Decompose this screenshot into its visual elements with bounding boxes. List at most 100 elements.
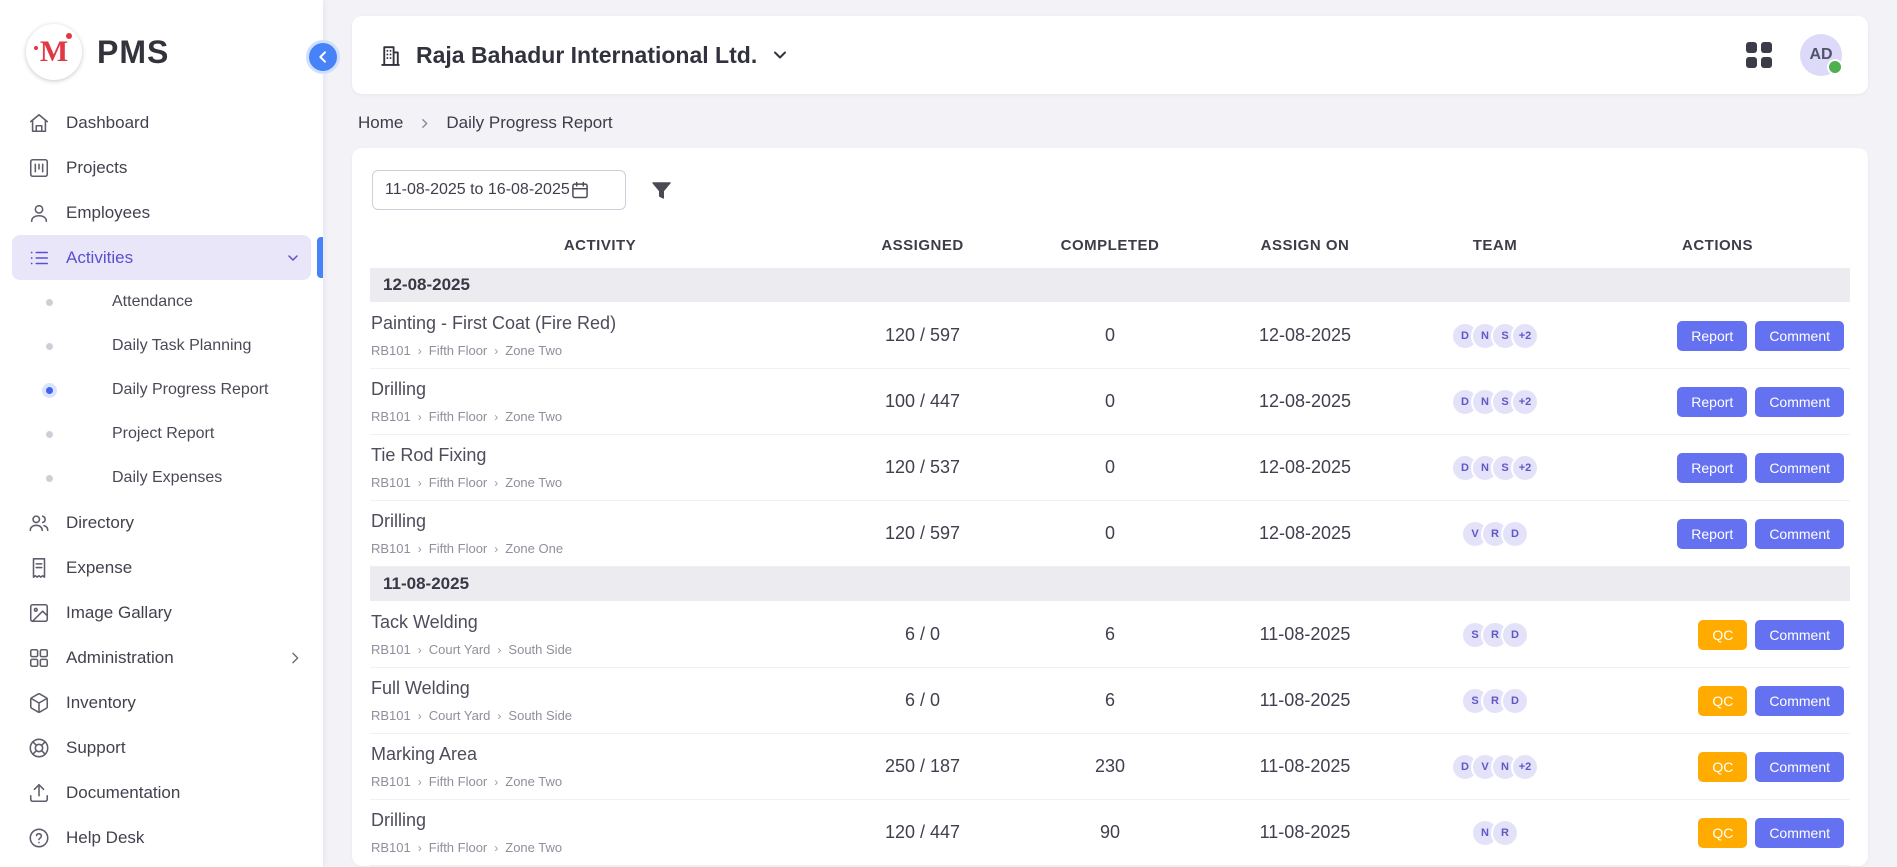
path-segment: RB101 (371, 343, 411, 358)
chevron-down-icon (285, 250, 301, 266)
comment-button[interactable]: Comment (1755, 752, 1844, 782)
sidebar-item-administration[interactable]: Administration (0, 635, 323, 680)
upload-icon (28, 782, 50, 804)
path-segment: Zone Two (505, 840, 562, 855)
activity-path: RB101›Fifth Floor›Zone Two (371, 475, 822, 490)
completed-value: 0 (1015, 523, 1205, 544)
sidebar-item-expense[interactable]: Expense (0, 545, 323, 590)
assign-on-value: 12-08-2025 (1205, 325, 1405, 346)
path-segment: Fifth Floor (429, 840, 488, 855)
team-avatars: SRD (1405, 687, 1585, 715)
sidebar-item-support[interactable]: Support (0, 725, 323, 770)
assigned-value: 6 / 0 (830, 690, 1015, 711)
funnel-icon (650, 179, 673, 202)
team-avatars: DNS+2 (1405, 322, 1585, 350)
chevron-right-icon: › (418, 644, 422, 656)
sidebar-item-image-gallary[interactable]: Image Gallary (0, 590, 323, 635)
sidebar-item-label: Dashboard (66, 113, 149, 133)
home-icon (28, 112, 50, 134)
comment-button[interactable]: Comment (1755, 519, 1844, 549)
path-segment: Fifth Floor (429, 343, 488, 358)
group-date: 12-08-2025 (383, 275, 470, 295)
report-button[interactable]: Report (1677, 321, 1747, 351)
path-segment: Zone Two (505, 343, 562, 358)
path-segment: Court Yard (429, 708, 491, 723)
path-segment: RB101 (371, 708, 411, 723)
completed-value: 90 (1015, 822, 1205, 843)
apps-grid-icon[interactable] (1746, 42, 1772, 68)
sidebar-item-help-desk[interactable]: Help Desk (0, 815, 323, 860)
path-segment: RB101 (371, 541, 411, 556)
table-body: 12-08-2025Painting - First Coat (Fire Re… (370, 268, 1850, 866)
report-button[interactable]: Report (1677, 453, 1747, 483)
date-range-input[interactable]: 11-08-2025 to 16-08-2025 (372, 170, 626, 210)
bullet-dot (46, 343, 53, 350)
comment-button[interactable]: Comment (1755, 620, 1844, 650)
qc-button[interactable]: QC (1698, 620, 1747, 650)
users-icon (28, 512, 50, 534)
package-icon (28, 692, 50, 714)
sidebar-item-directory[interactable]: Directory (0, 500, 323, 545)
sidebar-item-dashboard[interactable]: Dashboard (0, 100, 323, 145)
filter-button[interactable] (650, 179, 673, 202)
sidebar-item-projects[interactable]: Projects (0, 145, 323, 190)
completed-value: 0 (1015, 457, 1205, 478)
report-button[interactable]: Report (1677, 519, 1747, 549)
path-segment: Fifth Floor (429, 541, 488, 556)
comment-button[interactable]: Comment (1755, 686, 1844, 716)
sidebar-subitem-daily-expenses[interactable]: Daily Expenses (0, 456, 323, 500)
completed-value: 0 (1015, 391, 1205, 412)
sidebar-subitem-project-report[interactable]: Project Report (0, 412, 323, 456)
qc-button[interactable]: QC (1698, 752, 1747, 782)
comment-button[interactable]: Comment (1755, 818, 1844, 848)
user-avatar[interactable]: AD (1800, 34, 1842, 76)
breadcrumb-home-link[interactable]: Home (358, 113, 403, 133)
sidebar-subitem-daily-task-planning[interactable]: Daily Task Planning (0, 324, 323, 368)
sidebar-item-label: Expense (66, 558, 132, 578)
team-avatars: DNS+2 (1405, 388, 1585, 416)
path-segment: South Side (508, 642, 572, 657)
activity-cell: DrillingRB101›Fifth Floor›Zone Two (370, 804, 830, 861)
path-segment: Zone Two (505, 409, 562, 424)
assigned-value: 120 / 597 (830, 325, 1015, 346)
sidebar-item-inventory[interactable]: Inventory (0, 680, 323, 725)
sidebar-collapse-button[interactable] (306, 40, 340, 74)
sidebar-item-activities[interactable]: Activities (12, 235, 311, 280)
app-name: PMS (97, 34, 169, 71)
table-row: DrillingRB101›Fifth Floor›Zone Two120 / … (370, 800, 1850, 866)
team-avatar: D (1501, 621, 1529, 649)
activity-cell: DrillingRB101›Fifth Floor›Zone One (370, 505, 830, 562)
activity-path: RB101›Fifth Floor›Zone Two (371, 774, 822, 789)
calendar-icon (570, 180, 613, 200)
receipt-icon (28, 557, 50, 579)
company-selector[interactable]: Raja Bahadur International Ltd. (378, 42, 790, 69)
sidebar-nav: Dashboard Projects EmployeesActivitiesAtte… (0, 98, 323, 860)
chevron-down-icon (770, 45, 790, 65)
comment-button[interactable]: Comment (1755, 453, 1844, 483)
row-actions: Report Comment (1585, 453, 1850, 483)
comment-button[interactable]: Comment (1755, 321, 1844, 351)
path-segment: South Side (508, 708, 572, 723)
activity-title: Drilling (371, 810, 822, 831)
qc-button[interactable]: QC (1698, 818, 1747, 848)
sidebar-subitem-label: Daily Expenses (112, 469, 222, 487)
assign-on-value: 11-08-2025 (1205, 756, 1405, 777)
chevron-right-icon: › (418, 543, 422, 555)
team-avatars: NR (1405, 819, 1585, 847)
table-row: DrillingRB101›Fifth Floor›Zone One120 / … (370, 501, 1850, 567)
sidebar-item-documentation[interactable]: Documentation (0, 770, 323, 815)
sidebar-item-label: Projects (66, 158, 127, 178)
chevron-right-icon: › (494, 776, 498, 788)
qc-button[interactable]: QC (1698, 686, 1747, 716)
grid-icon (28, 647, 50, 669)
comment-button[interactable]: Comment (1755, 387, 1844, 417)
sidebar-subitem-daily-progress-report[interactable]: Daily Progress Report (0, 368, 323, 412)
activity-title: Full Welding (371, 678, 822, 699)
assign-on-value: 12-08-2025 (1205, 523, 1405, 544)
sidebar-subitem-attendance[interactable]: Attendance (0, 280, 323, 324)
team-overflow-badge: +2 (1511, 753, 1539, 781)
activity-title: Drilling (371, 379, 822, 400)
table-row: DrillingRB101›Fifth Floor›Zone Two100 / … (370, 369, 1850, 435)
sidebar-item-employees[interactable]: Employees (0, 190, 323, 235)
report-button[interactable]: Report (1677, 387, 1747, 417)
